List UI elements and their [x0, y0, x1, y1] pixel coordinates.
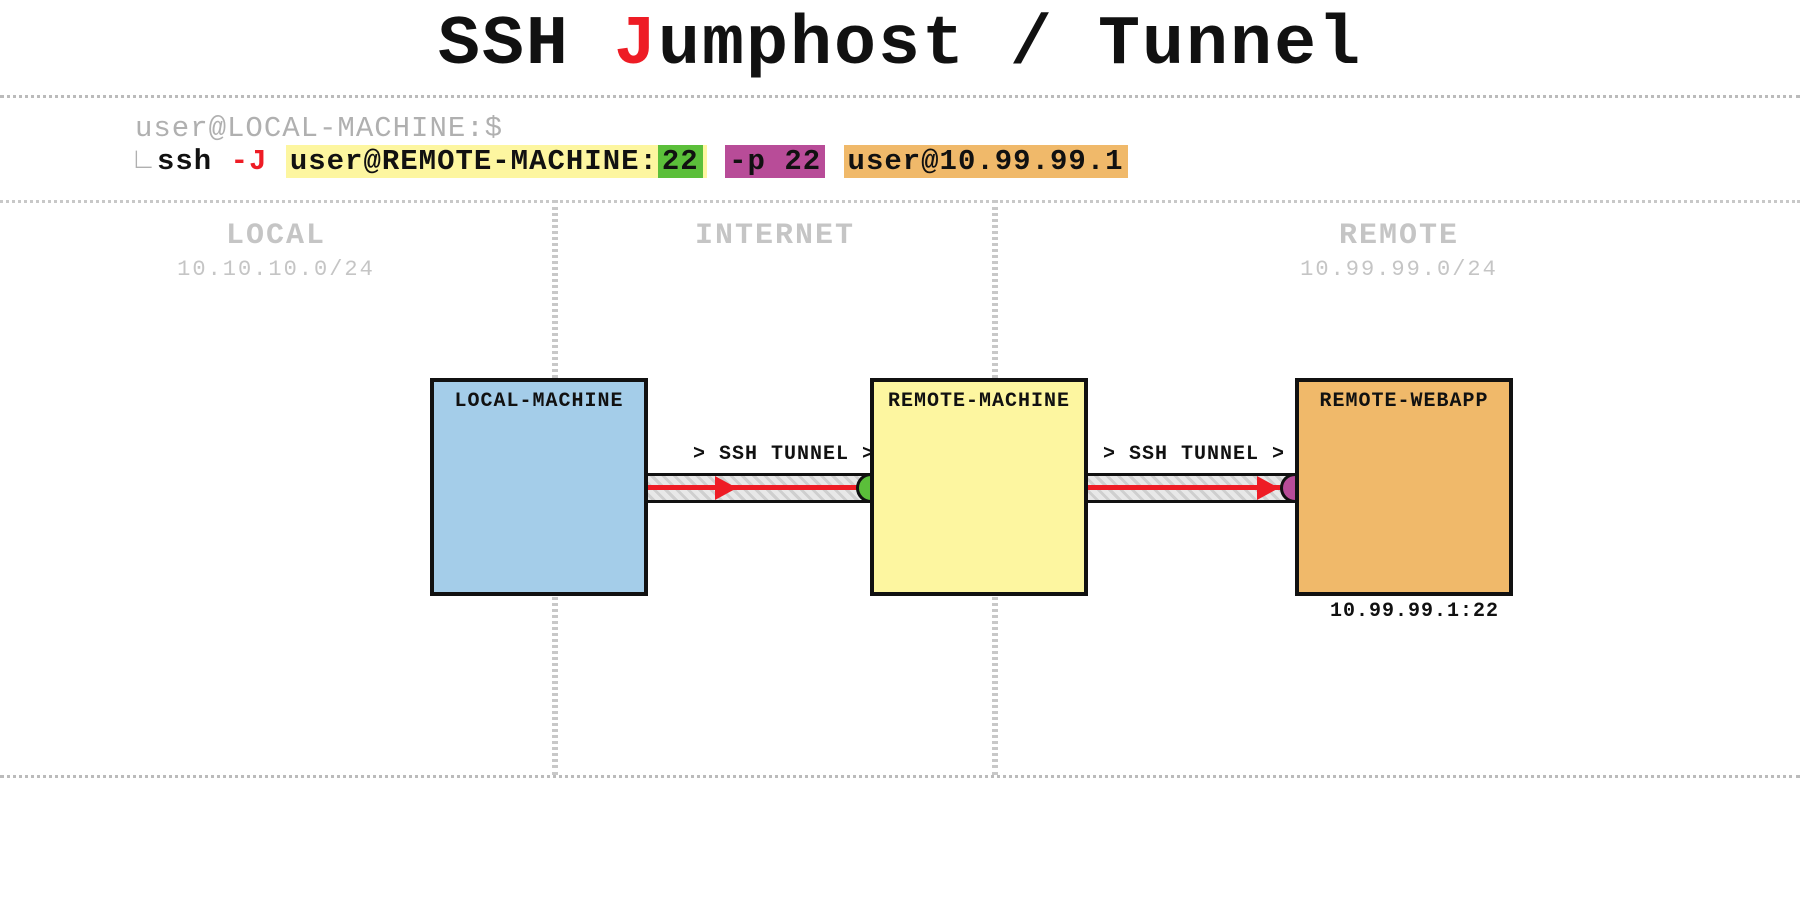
title-accent: J [614, 6, 658, 85]
cmd-ssh: ssh [157, 145, 231, 178]
box-local-label: LOCAL-MACHINE [434, 390, 644, 413]
tunnel-2-label: > SSH TUNNEL > [1103, 443, 1285, 466]
command-block: user@LOCAL-MACHINE:$ ∟ssh -J user@REMOTE… [135, 112, 1128, 179]
cmd-jumpport: 22 [658, 145, 703, 178]
title-pre: SSH [438, 6, 614, 85]
box-local-machine: LOCAL-MACHINE [430, 378, 648, 596]
box-target-caption: 10.99.99.1:22 [1330, 600, 1499, 623]
tunnel-1-label: > SSH TUNNEL > [693, 443, 875, 466]
box-jump-label: REMOTE-MACHINE [874, 390, 1084, 413]
shell-command: ∟ssh -J user@REMOTE-MACHINE:22 -p 22 use… [135, 145, 1128, 178]
flow-arrow-1-icon [715, 476, 737, 500]
shell-prompt: user@LOCAL-MACHINE:$ [135, 112, 1128, 145]
prompt-arrow-icon: ∟ [135, 144, 151, 177]
zone-remote-label: REMOTE [998, 219, 1800, 253]
page-title: SSH Jumphost / Tunnel [0, 6, 1800, 85]
zone-remote-subnet: 10.99.99.0/24 [998, 257, 1800, 282]
divider-top [0, 95, 1800, 98]
cmd-flag-j: -J [231, 145, 268, 178]
box-target-label: REMOTE-WEBAPP [1299, 390, 1509, 413]
cmd-jumphost-text: user@REMOTE-MACHINE: [290, 145, 658, 178]
divider-bottom [0, 775, 1800, 778]
cmd-jumphost: user@REMOTE-MACHINE:22 [286, 145, 707, 178]
box-remote-webapp: REMOTE-WEBAPP [1295, 378, 1513, 596]
cmd-flag-p: -p 22 [725, 145, 825, 178]
zone-internet-label: INTERNET [558, 219, 992, 253]
zone-local-subnet: 10.10.10.0/24 [0, 257, 552, 282]
title-post: umphost / Tunnel [658, 6, 1362, 85]
box-remote-machine: REMOTE-MACHINE [870, 378, 1088, 596]
flow-arrow-2-icon [1257, 476, 1279, 500]
diagram-stage: SSH Jumphost / Tunnel user@LOCAL-MACHINE… [0, 0, 1800, 900]
zone-local-label: LOCAL [0, 219, 552, 253]
cmd-target: user@10.99.99.1 [844, 145, 1128, 178]
